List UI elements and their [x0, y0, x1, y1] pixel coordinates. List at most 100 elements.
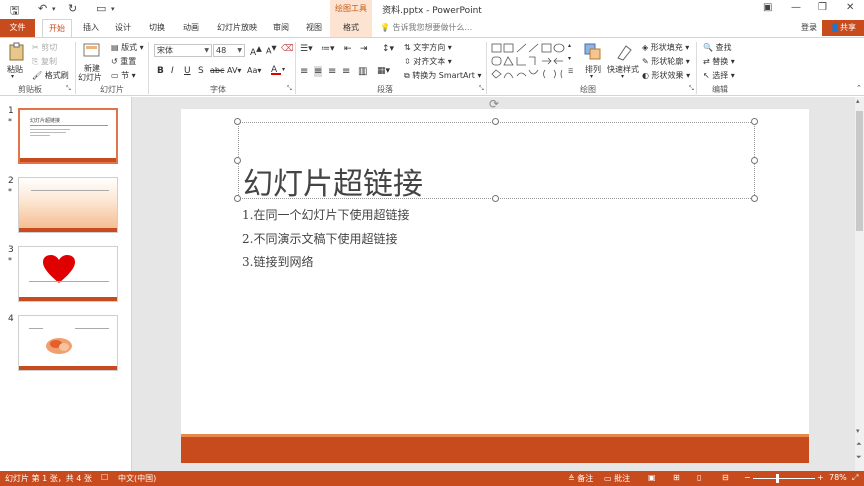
next-slide-icon[interactable]: ⏷ [856, 453, 862, 462]
rotate-handle-icon[interactable]: ⟳ [489, 97, 499, 111]
char-spacing-icon[interactable]: AV▾ [227, 66, 241, 75]
prev-slide-icon[interactable]: ⏶ [856, 440, 862, 449]
line-spacing-icon[interactable]: ↕▾ [382, 44, 394, 54]
bullet-item[interactable]: 2.不同演示文稿下使用超链接 [242, 230, 397, 247]
increase-indent-icon[interactable]: ⇥ [360, 44, 368, 54]
section-button[interactable]: ▭ 节 ▾ [111, 70, 136, 81]
notes-button[interactable]: ≜ 备注 [568, 473, 593, 484]
gallery-up-icon[interactable]: ▴ [568, 42, 571, 49]
tab-home[interactable]: 开始 [42, 19, 72, 38]
slide-sorter-icon[interactable]: ⊞ [673, 473, 680, 482]
scroll-down-icon[interactable]: ▾ [856, 427, 860, 435]
strikethrough-icon[interactable]: abc [210, 66, 224, 75]
resize-handle-bl[interactable] [234, 195, 241, 202]
text-direction-button[interactable]: ⇅ 文字方向 ▾ [404, 42, 452, 53]
cut-button[interactable]: ✂ 剪切 [32, 42, 57, 53]
clear-format-icon[interactable]: ⌫ [281, 44, 294, 54]
smartart-button[interactable]: ⧉ 转换为 SmartArt ▾ [404, 70, 481, 81]
font-color-icon[interactable]: A [271, 65, 281, 75]
find-button[interactable]: 🔍 查找 [703, 42, 732, 53]
tab-review[interactable]: 审阅 [273, 22, 289, 33]
tab-animations[interactable]: 动画 [183, 22, 199, 33]
drawing-launcher-icon[interactable]: ⤡ [689, 85, 694, 93]
resize-handle-tr[interactable] [751, 118, 758, 125]
shape-fill-button[interactable]: ◈ 形状填充 ▾ [642, 42, 689, 53]
restore-icon[interactable]: ❐ [818, 2, 827, 13]
zoom-out-icon[interactable]: − [744, 473, 751, 482]
zoom-slider-track[interactable] [753, 478, 815, 479]
share-button[interactable]: 👤共享 [822, 20, 864, 36]
reading-view-icon[interactable]: ▯ [697, 473, 701, 482]
layout-button[interactable]: ▤ 版式 ▾ [111, 42, 144, 53]
language-status[interactable]: 中文(中国) [118, 473, 156, 484]
current-slide[interactable]: ⟳ 幻灯片超链接 1.在同一个幻灯片下使用超链接 2.不同演示文稿下使用超链接 … [181, 97, 809, 463]
gallery-more-icon[interactable]: ☰ [568, 68, 573, 75]
resize-handle-bc[interactable] [492, 195, 499, 202]
minimize-icon[interactable]: — [791, 2, 801, 13]
slide-title[interactable]: 幻灯片超链接 [243, 159, 423, 203]
ribbon-display-icon[interactable]: ▣ [763, 2, 772, 13]
tab-file[interactable]: 文件 [0, 19, 35, 37]
resize-handle-tc[interactable] [492, 118, 499, 125]
columns-icon[interactable]: ▦▾ [377, 66, 390, 76]
clipboard-launcher-icon[interactable]: ⤡ [66, 85, 71, 93]
zoom-in-icon[interactable]: + [817, 473, 824, 482]
tab-slideshow[interactable]: 幻灯片放映 [217, 22, 257, 33]
font-name-combo[interactable]: 宋体 ▼ [154, 44, 212, 57]
underline-icon[interactable]: U [184, 66, 191, 76]
decrease-indent-icon[interactable]: ⇤ [344, 44, 352, 54]
paragraph-launcher-icon[interactable]: ⤡ [479, 85, 484, 93]
thumbnail-slide-3[interactable] [18, 246, 118, 302]
tab-design[interactable]: 设计 [115, 22, 131, 33]
grow-font-icon[interactable]: A▲ [250, 44, 262, 58]
comments-button[interactable]: ▭ 批注 [604, 473, 630, 484]
resize-handle-ml[interactable] [234, 157, 241, 164]
resize-handle-br[interactable] [751, 195, 758, 202]
font-launcher-icon[interactable]: ⤡ [287, 85, 292, 93]
bullets-icon[interactable]: ☰▾ [300, 44, 313, 54]
format-painter-button[interactable]: 🖌 格式刷 [32, 70, 69, 81]
vertical-scrollbar[interactable]: ▴ ▾ ⏶ ⏷ [855, 97, 864, 471]
numbering-icon[interactable]: ≔▾ [321, 44, 335, 54]
normal-view-icon[interactable]: ▣ [648, 473, 656, 482]
copy-button[interactable]: ⎘ 复制 [32, 56, 57, 67]
scroll-up-icon[interactable]: ▴ [856, 97, 860, 105]
fit-to-window-icon[interactable]: ⤢ [852, 473, 858, 483]
change-case-icon[interactable]: Aa▾ [247, 66, 261, 75]
tab-view[interactable]: 视图 [306, 22, 322, 33]
replace-button[interactable]: ⇄ 替换 ▾ [703, 56, 735, 67]
align-center-icon[interactable]: ≡ [314, 66, 323, 77]
font-color-dropdown-icon[interactable]: ▾ [282, 66, 285, 73]
shadow-icon[interactable]: S [198, 66, 204, 76]
shrink-font-icon[interactable]: A▼ [266, 44, 277, 56]
align-left-icon[interactable]: ≡ [300, 66, 308, 77]
thumbnail-slide-1[interactable]: 幻灯片超链接 [18, 108, 118, 164]
bullet-item[interactable]: 1.在同一个幻灯片下使用超链接 [242, 206, 409, 223]
shape-outline-button[interactable]: ✎ 形状轮廓 ▾ [642, 56, 690, 67]
gallery-down-icon[interactable]: ▾ [568, 55, 571, 62]
slideshow-view-icon[interactable]: ⊟ [722, 473, 729, 482]
zoom-slider-thumb[interactable] [776, 474, 779, 483]
thumbnail-slide-2[interactable] [18, 177, 118, 233]
resize-handle-mr[interactable] [751, 157, 758, 164]
spell-check-icon[interactable]: ☐ [101, 473, 108, 482]
zoom-level[interactable]: 78% [829, 473, 847, 482]
select-button[interactable]: ↖ 选择 ▾ [703, 70, 735, 81]
sign-in-link[interactable]: 登录 [801, 22, 817, 33]
resize-handle-tl[interactable] [234, 118, 241, 125]
tell-me-box[interactable]: 💡 告诉我您想要做什么... [380, 22, 472, 33]
tab-transitions[interactable]: 切换 [149, 22, 165, 33]
bullet-item[interactable]: 3.链接到网络 [242, 253, 313, 270]
align-right-icon[interactable]: ≡ [328, 66, 336, 77]
reset-button[interactable]: ↺ 重置 [111, 56, 136, 67]
bold-icon[interactable]: B [157, 66, 164, 76]
justify-icon[interactable]: ≡ [342, 66, 350, 77]
tab-insert[interactable]: 插入 [83, 22, 99, 33]
collapse-ribbon-icon[interactable]: ⌃ [856, 84, 862, 92]
italic-icon[interactable]: I [171, 66, 174, 76]
align-text-button[interactable]: ⇳ 对齐文本 ▾ [404, 56, 452, 67]
close-icon[interactable]: ✕ [846, 2, 854, 13]
shape-effects-button[interactable]: ◐ 形状效果 ▾ [642, 70, 690, 81]
font-size-combo[interactable]: 48 ▼ [213, 44, 245, 57]
tab-format[interactable]: 格式 [330, 19, 372, 37]
